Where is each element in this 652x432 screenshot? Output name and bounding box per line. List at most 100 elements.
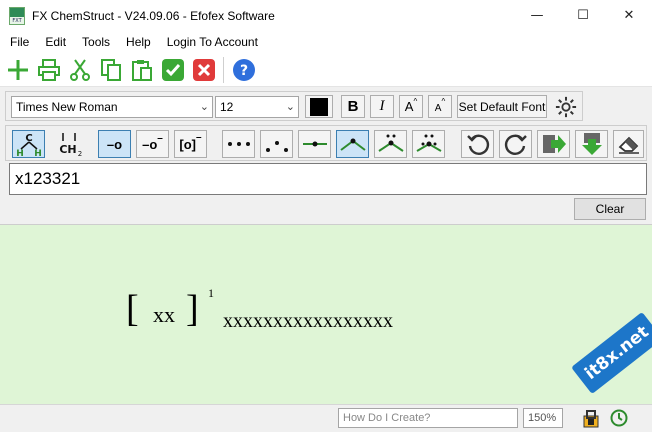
chevron-down-icon: ⌄ [285, 100, 295, 113]
settings-button[interactable] [552, 95, 580, 118]
electron-pair-diagonal-button[interactable] [260, 130, 293, 158]
bold-button[interactable]: B [341, 95, 365, 118]
chevron-down-icon: ⌄ [199, 100, 209, 113]
minimize-button[interactable]: — [514, 0, 560, 31]
structure-toolbar: CHH CH 2 –o –o – [o] – [5, 125, 647, 161]
lock-icon[interactable] [580, 407, 602, 429]
undo-button[interactable] [461, 130, 494, 158]
set-default-font-label: Set Default Font [458, 99, 546, 114]
font-size-select[interactable]: 12 ⌄ [215, 96, 299, 118]
bracket-close: ] [186, 288, 199, 330]
how-do-i-create-input[interactable]: How Do I Create? [338, 408, 518, 428]
how-do-i-create-placeholder: How Do I Create? [343, 412, 431, 424]
accept-button[interactable] [159, 56, 186, 84]
font-family-value: Times New Roman [16, 100, 118, 114]
superscript-button[interactable]: A ^ [399, 95, 423, 118]
italic-label: I [379, 98, 385, 114]
superscript-caret-icon: ^ [413, 97, 418, 106]
window-title: FX ChemStruct - V24.09.06 - Efofex Softw… [32, 8, 275, 23]
cancel-button[interactable] [190, 56, 217, 84]
linear-bond-button[interactable] [298, 130, 331, 158]
history-button[interactable] [608, 407, 630, 429]
menu-file[interactable]: File [2, 35, 37, 49]
carbon-chain-icon: CH H [16, 133, 42, 157]
bent-lone-pair-button[interactable] [374, 130, 407, 158]
negative-o-button[interactable]: –o – [136, 130, 169, 158]
h-label-left: H [16, 149, 24, 157]
formula-input[interactable]: x123321 [9, 163, 647, 195]
formula-baseline-text: xxxxxxxxxxxxxxxxx [223, 310, 393, 332]
help-button[interactable]: ? [230, 56, 257, 84]
close-button[interactable]: ✕ [606, 0, 652, 31]
status-bar: How Do I Create? 150% [0, 404, 652, 432]
horizontal-dots-icon [227, 142, 250, 146]
menu-help[interactable]: Help [118, 35, 159, 49]
single-bond-o-button[interactable]: –o [98, 130, 131, 158]
editor-panel: Times New Roman ⌄ 12 ⌄ B I A ^ A ^ Set Def… [0, 87, 652, 224]
paste-button[interactable] [128, 56, 155, 84]
font-family-select[interactable]: Times New Roman ⌄ [11, 96, 213, 118]
menu-edit[interactable]: Edit [37, 35, 74, 49]
copy-button[interactable] [97, 56, 124, 84]
cut-button[interactable] [66, 56, 93, 84]
toolbar-separator [223, 56, 224, 83]
maximize-button[interactable]: ☐ [560, 0, 606, 31]
italic-button[interactable]: I [370, 95, 394, 118]
main-toolbar: ? [0, 53, 652, 87]
font-size-value: 12 [220, 100, 234, 114]
bracket-o-button[interactable]: [o] – [174, 130, 207, 158]
subscript-button[interactable]: A ^ [428, 95, 452, 118]
clear-button[interactable]: Clear [574, 198, 646, 220]
title-bar: FX ChemStruct - V24.09.06 - Efofex Softw… [0, 0, 652, 31]
zoom-level-field[interactable]: 150% [523, 408, 563, 428]
menu-tools[interactable]: Tools [74, 35, 118, 49]
ch2-button[interactable]: CH 2 [52, 130, 85, 158]
color-swatch [310, 97, 328, 116]
undo-icon [466, 134, 489, 155]
ch2-subscript: 2 [77, 150, 81, 157]
preview-canvas[interactable]: [ xx ] 1 xxxxxxxxxxxxxxxxx [0, 224, 652, 404]
single-bond-o-label: –o [106, 136, 123, 152]
gear-icon [555, 96, 577, 117]
h-label-right: H [34, 149, 42, 157]
clear-button-label: Clear [595, 202, 625, 216]
negative-o-label: –o [142, 136, 158, 152]
trigonal-bond-icon [415, 134, 442, 152]
bent-bond-icon [339, 138, 366, 151]
bracket-charge-sup: – [196, 131, 202, 143]
accept-icon [161, 58, 184, 81]
superscript-label: A [404, 99, 414, 114]
diagonal-dots-icon [265, 141, 288, 152]
electron-pair-horizontal-button[interactable] [222, 130, 255, 158]
help-icon: ? [232, 58, 255, 81]
redo-icon [504, 134, 527, 155]
bent-bond-button[interactable] [336, 130, 369, 158]
zoom-level-value: 150% [528, 412, 557, 424]
app-logo-icon [9, 6, 25, 25]
redo-button[interactable] [499, 130, 532, 158]
carbon-chain-button[interactable]: CHH [12, 130, 45, 158]
export-down-button[interactable] [575, 130, 608, 158]
linear-bond-icon [302, 141, 327, 147]
eraser-icon [618, 136, 639, 154]
arrow-right-icon [542, 135, 566, 153]
bracket-superscript: 1 [208, 286, 214, 300]
color-button[interactable] [305, 95, 333, 118]
eraser-button[interactable] [613, 130, 644, 158]
cut-icon [69, 58, 90, 81]
menu-bar: File Edit Tools Help Login To Account [0, 31, 652, 53]
new-button[interactable] [4, 56, 31, 84]
trigonal-bond-button[interactable] [412, 130, 445, 158]
bent-lone-pair-icon [377, 134, 404, 152]
print-icon [37, 58, 60, 81]
bracket-open: [ [126, 288, 139, 330]
menu-login[interactable]: Login To Account [159, 35, 266, 49]
font-toolbar: Times New Roman ⌄ 12 ⌄ B I A ^ A ^ Set Def… [5, 91, 583, 121]
formula-input-value: x123321 [15, 169, 81, 188]
set-default-font-button[interactable]: Set Default Font [457, 95, 547, 118]
paste-icon [131, 59, 152, 81]
bracket-content: xx [153, 302, 175, 327]
print-button[interactable] [35, 56, 62, 84]
history-icon [610, 409, 628, 427]
export-right-button[interactable] [537, 130, 570, 158]
